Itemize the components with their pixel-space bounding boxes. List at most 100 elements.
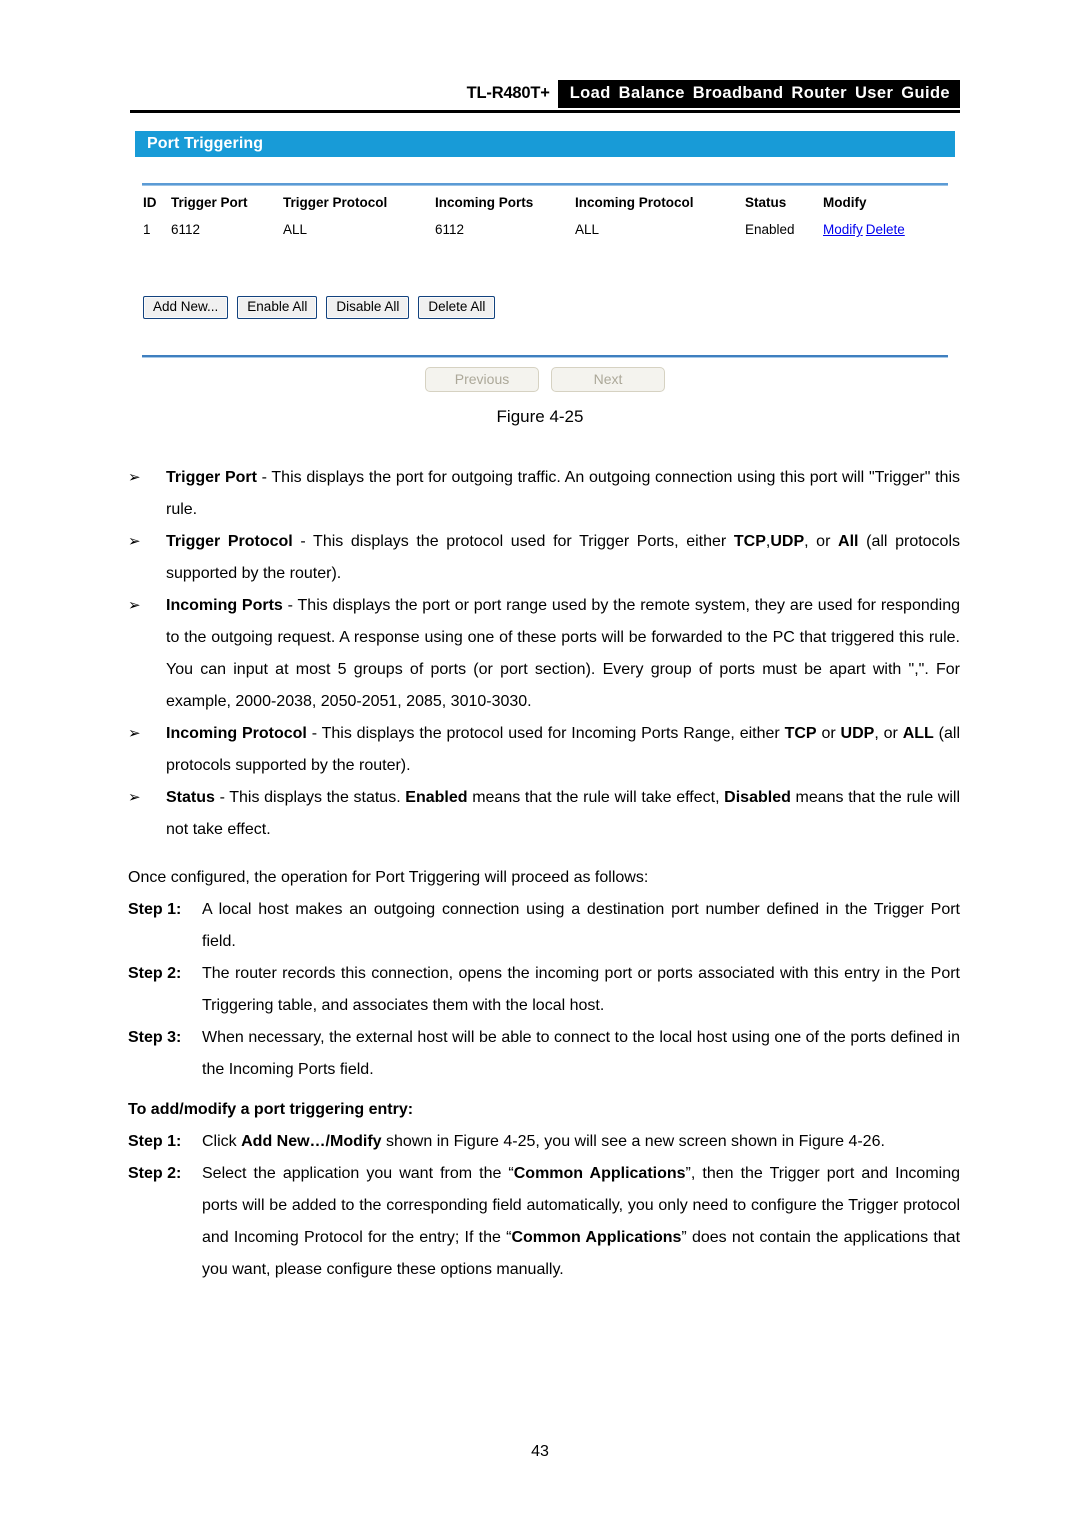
column-header-incoming-ports: Incoming Ports (435, 195, 534, 210)
step-text: Select the application you want from the… (202, 1158, 960, 1286)
status-enabled: Enabled (405, 789, 468, 806)
disable-all-button[interactable]: Disable All (326, 296, 410, 319)
term-incoming-ports: Incoming Ports (166, 597, 283, 614)
step-operation-3: Step 3: When necessary, the external hos… (128, 1022, 960, 1086)
document-header: TL-R480T+ Load Balance Broadband Router … (0, 80, 1080, 110)
arrow-bullet-icon: ➢ (128, 533, 141, 550)
common-applications-emphasis-2: Common Applications (511, 1229, 682, 1246)
model-name-tag: TL-R480T+ (458, 80, 558, 108)
panel-separator-top (142, 183, 948, 186)
column-header-modify: Modify (823, 195, 867, 210)
column-header-status: Status (745, 195, 787, 210)
pagination-controls: Previous Next (135, 367, 955, 393)
previous-page-button[interactable]: Previous (425, 367, 539, 393)
bullet-incoming-ports: ➢ Incoming Ports - This displays the por… (128, 590, 960, 718)
figure-caption: Figure 4-25 (496, 407, 584, 426)
term-trigger-port: Trigger Port (166, 469, 257, 486)
step-label: Step 1: (128, 1133, 182, 1150)
column-header-trigger-protocol: Trigger Protocol (283, 195, 388, 210)
step-text-part-1: Click (202, 1133, 242, 1150)
proto-udp: UDP (770, 533, 805, 550)
arrow-bullet-icon: ➢ (128, 725, 141, 742)
step-add-1: Step 1: Click Add New…/Modify shown in F… (128, 1126, 960, 1158)
header-divider-rule (130, 110, 960, 113)
status-disabled: Disabled (724, 789, 791, 806)
step-label: Step 2: (128, 965, 182, 982)
bullet-trigger-port-text: Trigger Port - This displays the port fo… (166, 462, 960, 526)
desc-part-2: or (816, 725, 841, 742)
step-operation-2: Step 2: The router records this connecti… (128, 958, 960, 1022)
term-trigger-protocol: Trigger Protocol (166, 533, 293, 550)
desc-part-1: - This displays the protocol used for Tr… (292, 533, 734, 550)
table-header-row: ID Trigger Port Trigger Protocol Incomin… (143, 193, 948, 220)
modify-link[interactable]: Modify (823, 222, 863, 237)
column-header-id: ID (143, 195, 157, 210)
cell-id: 1 (143, 222, 151, 237)
delete-link[interactable]: Delete (866, 222, 905, 237)
bullet-status: ➢ Status - This displays the status. Ena… (128, 782, 960, 846)
proto-all: ALL (902, 725, 934, 742)
figure-screenshot: Port Triggering ID Trigger Port Trigger … (135, 131, 955, 395)
bullet-incoming-ports-text: Incoming Ports - This displays the port … (166, 590, 960, 718)
step-text-part-2: shown in Figure 4-25, you will see a new… (381, 1133, 885, 1150)
common-applications-emphasis-1: Common Applications (513, 1165, 686, 1182)
cell-incoming-protocol: ALL (575, 222, 600, 237)
desc-part-1: - This displays the status. (214, 789, 406, 806)
document-header-inner: TL-R480T+ Load Balance Broadband Router … (130, 80, 960, 108)
add-new-modify-emphasis: Add New…/Modify (241, 1133, 382, 1150)
proto-all: All (838, 533, 859, 550)
bullet-incoming-protocol: ➢ Incoming Protocol - This displays the … (128, 718, 960, 782)
term-incoming-protocol: Incoming Protocol (166, 725, 307, 742)
table-action-buttons: Add New... Enable All Disable All Delete… (143, 296, 496, 319)
column-header-trigger-port: Trigger Port (171, 195, 248, 210)
bullet-trigger-protocol: ➢ Trigger Protocol - This displays the p… (128, 526, 960, 590)
step-label: Step 3: (128, 1029, 182, 1046)
document-page: TL-R480T+ Load Balance Broadband Router … (0, 0, 1080, 1527)
delete-all-button[interactable]: Delete All (418, 296, 496, 319)
column-header-incoming-protocol: Incoming Protocol (575, 195, 694, 210)
panel-title: Port Triggering (147, 135, 264, 152)
step-text: The router records this connection, open… (202, 965, 960, 1014)
guide-title-tag: Load Balance Broadband Router User Guide (557, 80, 960, 108)
cell-status: Enabled (745, 222, 795, 237)
panel-separator-bottom (142, 355, 948, 358)
rules-table: ID Trigger Port Trigger Protocol Incomin… (143, 193, 948, 239)
step-add-2: Step 2: Select the application you want … (128, 1158, 960, 1286)
desc-part-3: , or (874, 725, 903, 742)
desc-incoming-ports: - This displays the port or port range u… (166, 597, 961, 710)
add-new-button[interactable]: Add New... (143, 296, 229, 319)
next-page-button[interactable]: Next (551, 367, 665, 393)
cell-incoming-ports: 6112 (435, 222, 465, 237)
body-content: ➢ Trigger Port - This displays the port … (128, 462, 960, 1286)
cell-trigger-port: 6112 (171, 222, 201, 237)
bullet-trigger-port: ➢ Trigger Port - This displays the port … (128, 462, 960, 526)
arrow-bullet-icon: ➢ (128, 469, 141, 486)
bullet-trigger-protocol-text: Trigger Protocol - This displays the pro… (166, 526, 960, 590)
proto-udp: UDP (840, 725, 875, 742)
proto-tcp: TCP (733, 533, 766, 550)
arrow-bullet-icon: ➢ (128, 597, 141, 614)
panel-title-bar: Port Triggering (135, 131, 955, 157)
intro-paragraph: Once configured, the operation for Port … (128, 869, 649, 886)
arrow-bullet-icon: ➢ (128, 789, 141, 806)
bullet-status-text: Status - This displays the status. Enabl… (166, 782, 960, 846)
step-operation-1: Step 1: A local host makes an outgoing c… (128, 894, 960, 958)
proto-tcp: TCP (784, 725, 817, 742)
enable-all-button[interactable]: Enable All (237, 296, 318, 319)
term-status: Status (166, 789, 215, 806)
step-text-part-1: Select the application you want from the… (202, 1165, 514, 1182)
cell-trigger-protocol: ALL (283, 222, 308, 237)
step-text: A local host makes an outgoing connectio… (202, 901, 960, 950)
step-text: When necessary, the external host will b… (202, 1029, 960, 1078)
step-text: Click Add New…/Modify shown in Figure 4-… (202, 1126, 960, 1158)
port-triggering-table: ID Trigger Port Trigger Protocol Incomin… (143, 193, 948, 239)
cell-modify-actions: Modify Delete (823, 220, 948, 239)
page-number: 43 (531, 1443, 549, 1460)
step-label: Step 2: (128, 1165, 182, 1182)
desc-part-1: - This displays the protocol used for In… (306, 725, 785, 742)
desc-part-2: means that the rule will take effect, (467, 789, 725, 806)
desc-part-3: , or (804, 533, 839, 550)
bullet-incoming-protocol-text: Incoming Protocol - This displays the pr… (166, 718, 960, 782)
desc-trigger-port: - This displays the port for outgoing tr… (166, 469, 960, 518)
